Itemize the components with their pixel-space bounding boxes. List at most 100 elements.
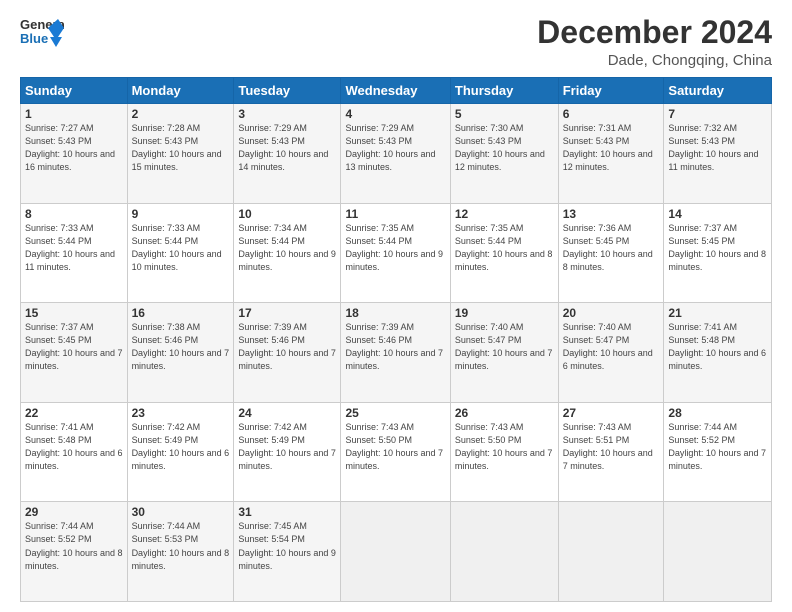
calendar-cell: 30 Sunrise: 7:44 AMSunset: 5:53 PMDaylig…: [127, 502, 234, 602]
day-info: Sunrise: 7:39 AMSunset: 5:46 PMDaylight:…: [238, 321, 336, 373]
calendar-cell: 3 Sunrise: 7:29 AMSunset: 5:43 PMDayligh…: [234, 104, 341, 204]
day-info: Sunrise: 7:44 AMSunset: 5:53 PMDaylight:…: [132, 520, 230, 572]
day-info: Sunrise: 7:34 AMSunset: 5:44 PMDaylight:…: [238, 222, 336, 274]
day-info: Sunrise: 7:44 AMSunset: 5:52 PMDaylight:…: [25, 520, 123, 572]
day-number: 30: [132, 505, 230, 519]
day-number: 4: [345, 107, 445, 121]
day-number: 12: [455, 207, 554, 221]
calendar-title: December 2024: [537, 15, 772, 50]
calendar-cell: 17 Sunrise: 7:39 AMSunset: 5:46 PMDaylig…: [234, 303, 341, 403]
day-info: Sunrise: 7:43 AMSunset: 5:50 PMDaylight:…: [455, 421, 554, 473]
calendar-cell: 15 Sunrise: 7:37 AMSunset: 5:45 PMDaylig…: [21, 303, 128, 403]
day-info: Sunrise: 7:33 AMSunset: 5:44 PMDaylight:…: [25, 222, 123, 274]
day-info: Sunrise: 7:32 AMSunset: 5:43 PMDaylight:…: [668, 122, 767, 174]
calendar-cell: [558, 502, 664, 602]
day-info: Sunrise: 7:43 AMSunset: 5:50 PMDaylight:…: [345, 421, 445, 473]
day-info: Sunrise: 7:27 AMSunset: 5:43 PMDaylight:…: [25, 122, 123, 174]
day-number: 20: [563, 306, 660, 320]
calendar-cell: 23 Sunrise: 7:42 AMSunset: 5:49 PMDaylig…: [127, 402, 234, 502]
day-info: Sunrise: 7:37 AMSunset: 5:45 PMDaylight:…: [25, 321, 123, 373]
day-number: 10: [238, 207, 336, 221]
calendar-cell: 14 Sunrise: 7:37 AMSunset: 5:45 PMDaylig…: [664, 203, 772, 303]
calendar-cell: 13 Sunrise: 7:36 AMSunset: 5:45 PMDaylig…: [558, 203, 664, 303]
day-number: 1: [25, 107, 123, 121]
logo-content: General Blue: [20, 15, 64, 51]
day-info: Sunrise: 7:29 AMSunset: 5:43 PMDaylight:…: [238, 122, 336, 174]
calendar-cell: [450, 502, 558, 602]
day-info: Sunrise: 7:37 AMSunset: 5:45 PMDaylight:…: [668, 222, 767, 274]
day-number: 7: [668, 107, 767, 121]
day-info: Sunrise: 7:35 AMSunset: 5:44 PMDaylight:…: [345, 222, 445, 274]
calendar-cell: [664, 502, 772, 602]
header: General Blue December 2024 Dade, Chongqi…: [20, 15, 772, 69]
week-row-4: 22 Sunrise: 7:41 AMSunset: 5:48 PMDaylig…: [21, 402, 772, 502]
calendar-cell: 9 Sunrise: 7:33 AMSunset: 5:44 PMDayligh…: [127, 203, 234, 303]
day-number: 26: [455, 406, 554, 420]
weekday-header-thursday: Thursday: [450, 78, 558, 104]
day-info: Sunrise: 7:41 AMSunset: 5:48 PMDaylight:…: [668, 321, 767, 373]
day-number: 13: [563, 207, 660, 221]
day-number: 15: [25, 306, 123, 320]
calendar-cell: 12 Sunrise: 7:35 AMSunset: 5:44 PMDaylig…: [450, 203, 558, 303]
day-info: Sunrise: 7:42 AMSunset: 5:49 PMDaylight:…: [238, 421, 336, 473]
week-row-1: 1 Sunrise: 7:27 AMSunset: 5:43 PMDayligh…: [21, 104, 772, 204]
calendar-cell: 7 Sunrise: 7:32 AMSunset: 5:43 PMDayligh…: [664, 104, 772, 204]
day-number: 6: [563, 107, 660, 121]
calendar-cell: 16 Sunrise: 7:38 AMSunset: 5:46 PMDaylig…: [127, 303, 234, 403]
logo: General Blue: [20, 15, 64, 51]
calendar-cell: 29 Sunrise: 7:44 AMSunset: 5:52 PMDaylig…: [21, 502, 128, 602]
calendar-cell: 26 Sunrise: 7:43 AMSunset: 5:50 PMDaylig…: [450, 402, 558, 502]
calendar-cell: 4 Sunrise: 7:29 AMSunset: 5:43 PMDayligh…: [341, 104, 450, 204]
day-number: 16: [132, 306, 230, 320]
weekday-header-monday: Monday: [127, 78, 234, 104]
day-info: Sunrise: 7:30 AMSunset: 5:43 PMDaylight:…: [455, 122, 554, 174]
calendar-cell: 8 Sunrise: 7:33 AMSunset: 5:44 PMDayligh…: [21, 203, 128, 303]
weekday-header-sunday: Sunday: [21, 78, 128, 104]
day-info: Sunrise: 7:38 AMSunset: 5:46 PMDaylight:…: [132, 321, 230, 373]
calendar-cell: [341, 502, 450, 602]
day-info: Sunrise: 7:42 AMSunset: 5:49 PMDaylight:…: [132, 421, 230, 473]
title-block: December 2024 Dade, Chongqing, China: [537, 15, 772, 69]
day-number: 24: [238, 406, 336, 420]
weekday-header-tuesday: Tuesday: [234, 78, 341, 104]
calendar-cell: 5 Sunrise: 7:30 AMSunset: 5:43 PMDayligh…: [450, 104, 558, 204]
week-row-5: 29 Sunrise: 7:44 AMSunset: 5:52 PMDaylig…: [21, 502, 772, 602]
day-number: 3: [238, 107, 336, 121]
calendar-cell: 22 Sunrise: 7:41 AMSunset: 5:48 PMDaylig…: [21, 402, 128, 502]
day-number: 5: [455, 107, 554, 121]
day-info: Sunrise: 7:33 AMSunset: 5:44 PMDaylight:…: [132, 222, 230, 274]
calendar-cell: 2 Sunrise: 7:28 AMSunset: 5:43 PMDayligh…: [127, 104, 234, 204]
calendar-cell: 6 Sunrise: 7:31 AMSunset: 5:43 PMDayligh…: [558, 104, 664, 204]
weekday-header-saturday: Saturday: [664, 78, 772, 104]
day-number: 17: [238, 306, 336, 320]
day-number: 25: [345, 406, 445, 420]
day-number: 28: [668, 406, 767, 420]
day-info: Sunrise: 7:43 AMSunset: 5:51 PMDaylight:…: [563, 421, 660, 473]
svg-text:Blue: Blue: [20, 31, 48, 46]
day-info: Sunrise: 7:40 AMSunset: 5:47 PMDaylight:…: [563, 321, 660, 373]
day-number: 11: [345, 207, 445, 221]
day-number: 8: [25, 207, 123, 221]
day-info: Sunrise: 7:41 AMSunset: 5:48 PMDaylight:…: [25, 421, 123, 473]
day-number: 27: [563, 406, 660, 420]
calendar-cell: 31 Sunrise: 7:45 AMSunset: 5:54 PMDaylig…: [234, 502, 341, 602]
calendar-cell: 24 Sunrise: 7:42 AMSunset: 5:49 PMDaylig…: [234, 402, 341, 502]
day-info: Sunrise: 7:39 AMSunset: 5:46 PMDaylight:…: [345, 321, 445, 373]
week-row-2: 8 Sunrise: 7:33 AMSunset: 5:44 PMDayligh…: [21, 203, 772, 303]
calendar-cell: 10 Sunrise: 7:34 AMSunset: 5:44 PMDaylig…: [234, 203, 341, 303]
day-number: 29: [25, 505, 123, 519]
weekday-header-wednesday: Wednesday: [341, 78, 450, 104]
day-number: 18: [345, 306, 445, 320]
day-number: 19: [455, 306, 554, 320]
weekday-header-friday: Friday: [558, 78, 664, 104]
day-info: Sunrise: 7:29 AMSunset: 5:43 PMDaylight:…: [345, 122, 445, 174]
day-number: 9: [132, 207, 230, 221]
week-row-3: 15 Sunrise: 7:37 AMSunset: 5:45 PMDaylig…: [21, 303, 772, 403]
calendar-cell: 19 Sunrise: 7:40 AMSunset: 5:47 PMDaylig…: [450, 303, 558, 403]
calendar-cell: 28 Sunrise: 7:44 AMSunset: 5:52 PMDaylig…: [664, 402, 772, 502]
calendar-table: SundayMondayTuesdayWednesdayThursdayFrid…: [20, 77, 772, 602]
day-number: 22: [25, 406, 123, 420]
calendar-cell: 11 Sunrise: 7:35 AMSunset: 5:44 PMDaylig…: [341, 203, 450, 303]
day-number: 23: [132, 406, 230, 420]
day-info: Sunrise: 7:40 AMSunset: 5:47 PMDaylight:…: [455, 321, 554, 373]
